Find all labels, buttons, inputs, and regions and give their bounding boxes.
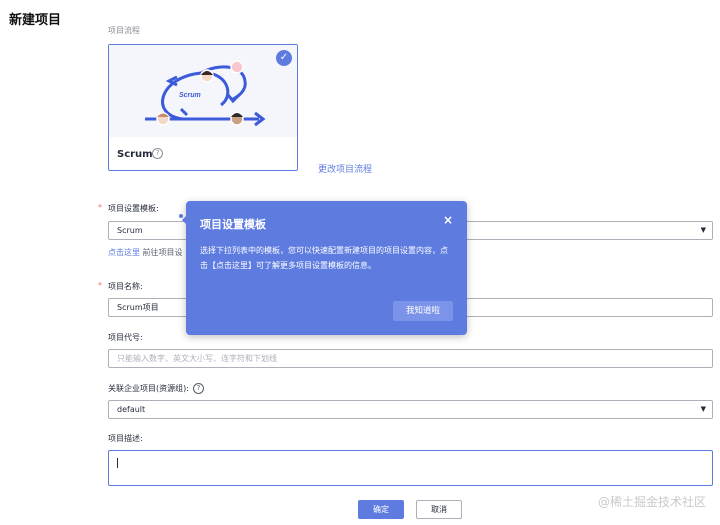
template-guide-popover: 项目设置模板 × 选择下拉列表中的模板，您可以快速配置新建项目的项目设置内容，点… [182, 201, 467, 335]
enterprise-project-label: 关联企业项目(资源组):? [108, 383, 204, 394]
template-hint: 点击这里 前往项目设 [108, 247, 183, 258]
template-hint-text: 前往项目设 [140, 248, 183, 257]
watermark: @稀土掘金技术社区 [597, 495, 706, 509]
enterprise-project-label-text: 关联企业项目(资源组): [108, 384, 189, 393]
scrum-flow-card[interactable]: Scrum ✓ Scrum ? [108, 44, 298, 171]
text-cursor [117, 458, 118, 468]
popover-arrow [182, 215, 187, 225]
click-here-link[interactable]: 点击这里 [108, 248, 140, 257]
selected-check-icon: ✓ [276, 50, 292, 66]
project-name-label: 项目名称: [108, 282, 143, 291]
chevron-down-icon: ▼ [700, 226, 706, 234]
got-it-button[interactable]: 我知道啦 [393, 301, 453, 321]
required-mark: * [98, 203, 102, 212]
description-textarea[interactable] [108, 450, 713, 486]
project-code-label: 项目代号: [108, 333, 143, 342]
help-icon[interactable]: ? [152, 148, 163, 159]
close-icon[interactable]: × [443, 213, 453, 227]
flow-card-name: Scrum [117, 149, 153, 160]
cancel-button[interactable]: 取消 [416, 500, 462, 519]
popover-title: 项目设置模板 [200, 218, 266, 231]
scrum-illustration: Scrum [109, 45, 297, 137]
enterprise-project-select[interactable]: default ▼ [108, 400, 713, 419]
confirm-button[interactable]: 确定 [358, 500, 404, 519]
scrum-illustration-label: Scrum [179, 92, 201, 99]
template-select-value: Scrum [117, 226, 143, 235]
enterprise-project-value: default [117, 405, 146, 414]
template-label: 项目设置模板: [108, 204, 159, 213]
description-label: 项目描述: [108, 434, 143, 443]
flow-section-label: 项目流程 [108, 26, 140, 35]
required-mark: * [98, 281, 102, 290]
popover-body: 选择下拉列表中的模板，您可以快速配置新建项目的项目设置内容，点击【点击这里】可了… [200, 246, 448, 270]
project-code-input[interactable]: 只能输入数字、英文大小写、连字符和下划线 [108, 349, 713, 368]
change-flow-link[interactable]: 更改项目流程 [318, 162, 372, 175]
page-title: 新建项目 [9, 13, 62, 28]
chevron-down-icon: ▼ [700, 405, 706, 413]
help-icon[interactable]: ? [192, 383, 204, 394]
